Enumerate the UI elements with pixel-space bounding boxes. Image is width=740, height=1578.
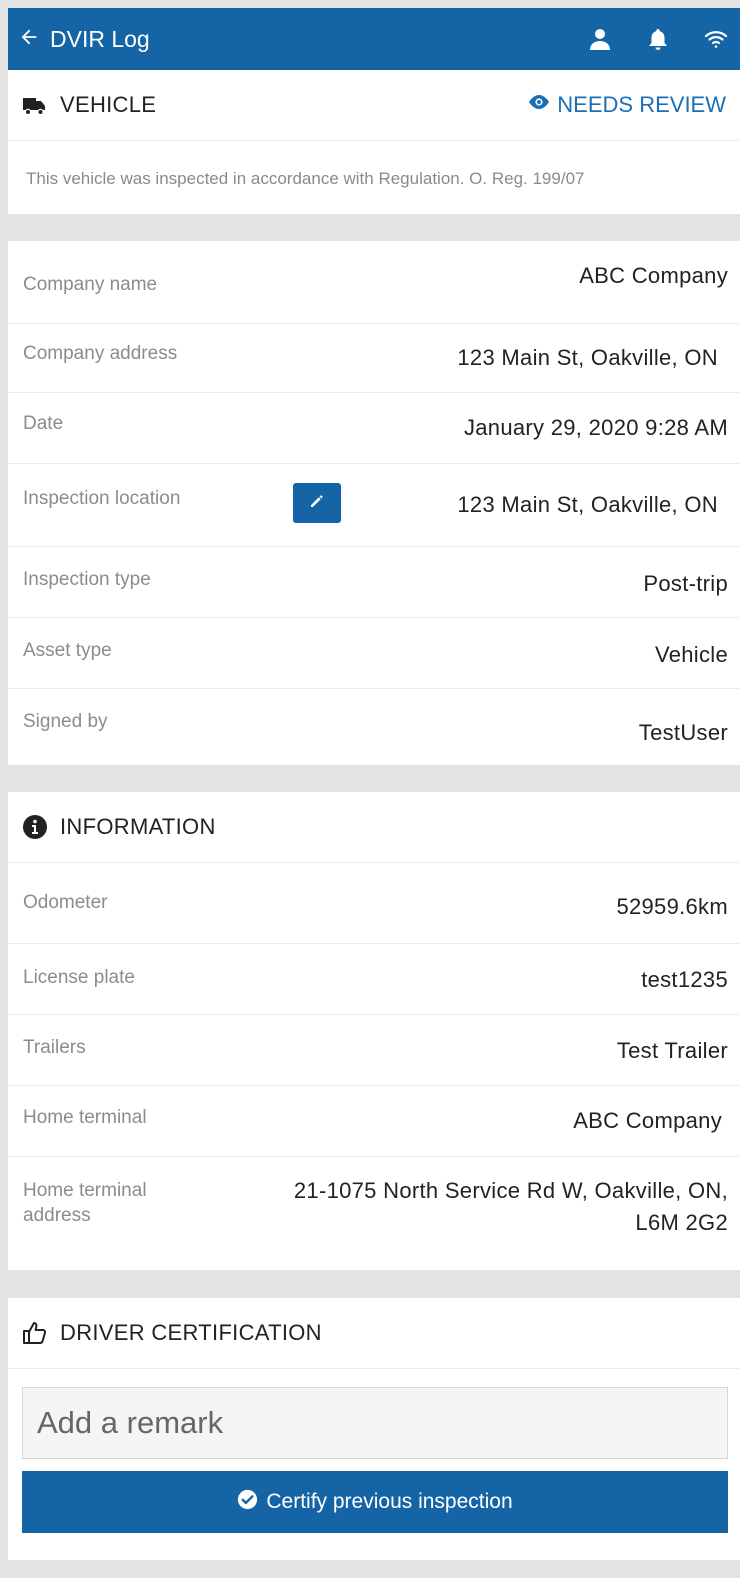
info-row-home-terminal: Home terminal ABC Company — [8, 1086, 740, 1157]
information-header: INFORMATION — [8, 792, 740, 863]
pencil-icon — [308, 492, 326, 515]
needs-review-link[interactable]: NEEDS REVIEW — [527, 90, 726, 120]
edit-location-button[interactable] — [293, 483, 341, 523]
certify-button-label: Certify previous inspection — [266, 1490, 513, 1513]
detail-row-signed-by: Signed by TestUser — [23, 711, 728, 745]
truck-icon — [22, 92, 48, 118]
information-section-title: INFORMATION — [60, 814, 216, 839]
vehicle-header: VEHICLE NEEDS REVIEW — [8, 70, 740, 141]
thumbs-up-icon — [22, 1320, 48, 1346]
remark-input[interactable] — [22, 1387, 728, 1459]
back-button[interactable] — [8, 8, 40, 70]
detail-row-date: Date January 29, 2020 9:28 AM — [8, 393, 740, 464]
information-card: INFORMATION Odometer 52959.6km License p… — [8, 792, 740, 1270]
detail-row-company-name: Company name ABC Company — [8, 241, 740, 324]
regulation-notice: This vehicle was inspected in accordance… — [26, 169, 585, 188]
info-row-odometer: Odometer 52959.6km — [8, 863, 740, 944]
page-title: DVIR Log — [50, 25, 150, 52]
needs-review-label: NEEDS REVIEW — [557, 92, 726, 117]
header-actions — [588, 27, 740, 51]
detail-row-inspection-location: Inspection location 123 Main St, Oakvill… — [8, 464, 740, 547]
wifi-icon[interactable] — [704, 27, 728, 51]
top-app-bar: DVIR Log — [8, 8, 740, 70]
check-circle-icon — [237, 1489, 266, 1516]
app-frame: DVIR Log VEHICLE NEEDS REVIEW This vehic… — [0, 0, 740, 1578]
details-card: Company name ABC Company Company address… — [8, 241, 740, 765]
vehicle-section-title: VEHICLE — [60, 92, 157, 117]
vehicle-card: VEHICLE NEEDS REVIEW This vehicle was in… — [8, 70, 740, 214]
detail-row-asset-type: Asset type Vehicle — [8, 618, 740, 689]
info-row-license-plate: License plate test1235 — [8, 944, 740, 1015]
detail-row-inspection-type: Inspection type Post-trip — [8, 547, 740, 618]
user-icon[interactable] — [588, 27, 612, 51]
eye-icon — [527, 90, 557, 120]
detail-row-company-address: Company address 123 Main St, Oakville, O… — [8, 324, 740, 393]
certification-header: DRIVER CERTIFICATION — [8, 1298, 740, 1369]
certification-section-title: DRIVER CERTIFICATION — [60, 1320, 322, 1345]
bell-icon[interactable] — [646, 27, 670, 51]
arrow-left-icon — [18, 26, 40, 53]
info-row-home-terminal-address: Home terminal address 21-1075 North Serv… — [23, 1178, 728, 1235]
certify-button[interactable]: Certify previous inspection — [22, 1471, 728, 1533]
info-circle-icon — [22, 814, 48, 840]
info-row-trailers: Trailers Test Trailer — [8, 1015, 740, 1086]
certification-card: DRIVER CERTIFICATION Certify previous in… — [8, 1298, 740, 1560]
